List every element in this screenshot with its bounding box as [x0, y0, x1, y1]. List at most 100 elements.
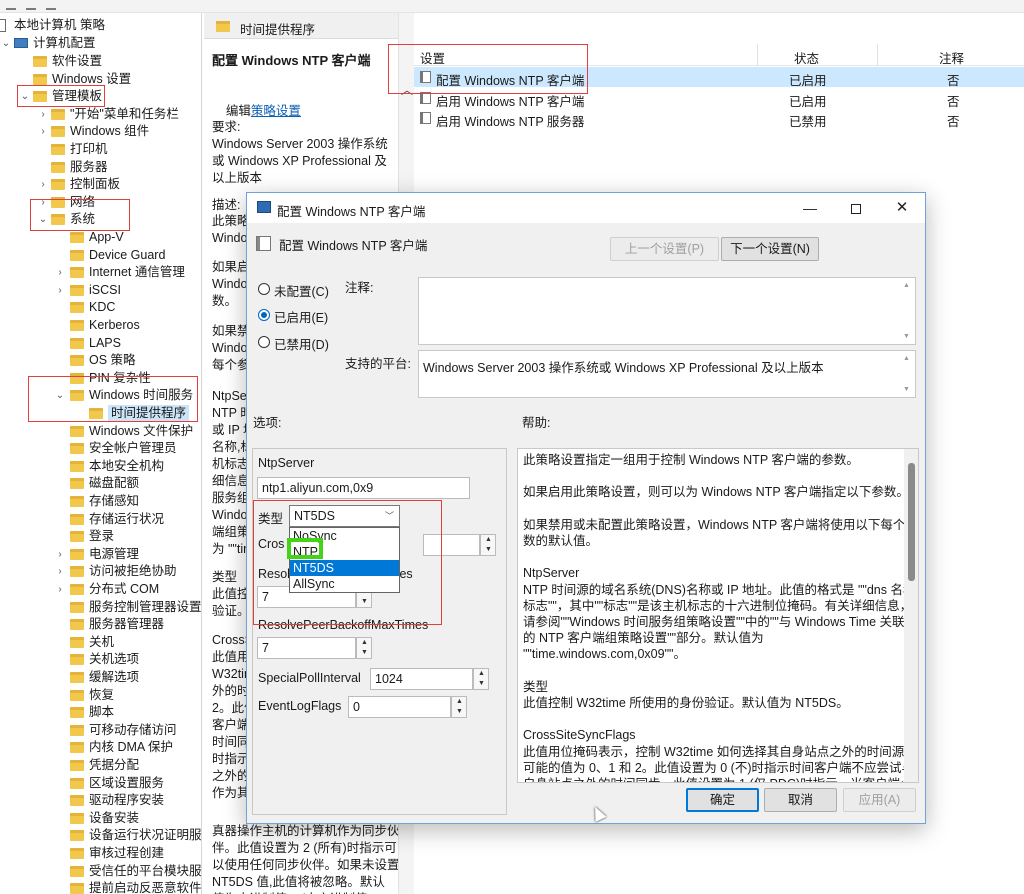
tree-item[interactable]: 缓解选项 — [0, 669, 201, 686]
platform-label: 支持的平台: — [345, 357, 411, 371]
tree-item[interactable]: Kerberos — [0, 317, 201, 334]
tree-item[interactable]: › "开始"菜单和任务栏 — [0, 106, 201, 123]
tree-item[interactable]: LAPS — [0, 335, 201, 352]
back-icon[interactable] — [6, 1, 16, 10]
tree-item[interactable]: ⌄ 计算机配置 — [0, 35, 201, 52]
tree-item[interactable]: 服务控制管理器设置 — [0, 599, 201, 616]
crosssite-spinner[interactable]: ▲ ▼ — [480, 534, 496, 556]
tree-item[interactable]: 凭据分配 — [0, 757, 201, 774]
specialpoll-input[interactable]: 1024 — [370, 668, 473, 690]
forward-icon[interactable] — [26, 1, 36, 10]
next-setting-button[interactable]: 下一个设置(N) — [721, 237, 819, 261]
chevron-right-icon[interactable]: › — [55, 581, 65, 598]
specialpoll-spinner[interactable]: ▲ ▼ — [473, 668, 489, 690]
chevron-down-icon[interactable]: ⌄ — [1, 35, 11, 52]
tree-item[interactable]: 设备安装 — [0, 810, 201, 827]
tree-item[interactable]: 设备运行状况证明服务 — [0, 827, 201, 844]
close-button[interactable]: ✕ — [879, 193, 925, 223]
tree-item[interactable]: 审核过程创建 — [0, 845, 201, 862]
tree-item[interactable]: 关机选项 — [0, 651, 201, 668]
tree-item[interactable]: ›软件设置 — [0, 53, 201, 70]
tree-item[interactable]: › iSCSI — [0, 282, 201, 299]
tree-item[interactable]: 存储感知 — [0, 493, 201, 510]
textarea-scrollbar[interactable]: ▲ ▼ — [899, 278, 915, 344]
tree-item[interactable]: 脚本 — [0, 704, 201, 721]
help-line: 标志""，其中""标志""是该主机标志的十六进制位掩码。有关详细信息， — [523, 598, 913, 613]
chevron-right-icon[interactable]: › — [38, 176, 48, 193]
tree-item[interactable]: 提前启动反恶意软件 — [0, 880, 201, 894]
maximize-button[interactable] — [833, 193, 879, 223]
minimize-button[interactable]: — — [787, 193, 833, 223]
backoff-input[interactable]: 7 — [257, 637, 356, 659]
tree-item[interactable]: › 分布式 COM — [0, 581, 201, 598]
comment-textarea[interactable]: ▲ ▼ — [418, 277, 916, 345]
tree-item[interactable]: 磁盘配额 — [0, 475, 201, 492]
description-line: 如果启 — [212, 260, 250, 274]
edit-policy-link[interactable]: 策略设置 — [251, 104, 301, 118]
column-state[interactable]: 状态 — [794, 48, 819, 67]
tree-item[interactable]: 可移动存储访问 — [0, 722, 201, 739]
chevron-right-icon[interactable]: › — [55, 563, 65, 580]
cancel-button[interactable]: 取消 — [764, 788, 837, 812]
folder-icon — [70, 848, 84, 859]
tree-item[interactable]: › 控制面板 — [0, 176, 201, 193]
tree-item[interactable]: 存储运行状况 — [0, 511, 201, 528]
dialog-titlebar[interactable]: 配置 Windows NTP 客户端 — ✕ — [247, 193, 925, 223]
chevron-right-icon[interactable]: › — [55, 546, 65, 563]
tree-item[interactable]: 恢复 — [0, 687, 201, 704]
policy-tree: 本地计算机 策略⌄计算机配置›软件设置›Windows 设置⌄管理模板›"开始"… — [0, 13, 202, 894]
platform-scrollbar[interactable]: ▲ ▼ — [899, 351, 915, 397]
tree-item[interactable]: › Windows 组件 — [0, 123, 201, 140]
scroll-thumb[interactable] — [908, 463, 915, 581]
chevron-right-icon[interactable]: › — [55, 282, 65, 299]
tree-item-label: 分布式 COM — [89, 582, 160, 596]
tree-item-label: 本地安全机构 — [89, 458, 165, 473]
tree-item[interactable]: 打印机 — [0, 141, 201, 158]
tree-item[interactable]: Device Guard — [0, 247, 201, 264]
folder-icon — [70, 548, 84, 560]
chevron-right-icon[interactable]: › — [55, 264, 65, 281]
tree-item[interactable]: OS 策略 — [0, 352, 201, 369]
tree-item[interactable]: 服务器管理器 — [0, 616, 201, 633]
eventlog-input[interactable]: 0 — [348, 696, 451, 718]
description-line: Windows Server 2003 操作系统 — [212, 137, 388, 151]
apply-button[interactable]: 应用(A) — [843, 788, 916, 812]
column-comment[interactable]: 注释 — [939, 48, 964, 67]
list-row[interactable]: 启用 Windows NTP 服务器 已禁用 否 — [414, 108, 1024, 129]
description-line: Windo — [212, 508, 248, 522]
prev-setting-button[interactable]: 上一个设置(P) — [610, 237, 719, 261]
up-icon[interactable] — [46, 1, 56, 10]
tree-item[interactable]: 驱动程序安装 — [0, 792, 201, 809]
tree-item[interactable]: 本地安全机构 — [0, 458, 201, 475]
folder-icon — [70, 795, 84, 807]
tree-item[interactable]: 区域设置服务 — [0, 775, 201, 792]
tree-item[interactable]: KDC — [0, 299, 201, 316]
ntpserver-input[interactable]: ntp1.aliyun.com,0x9 — [257, 477, 470, 499]
tree-item[interactable]: 登录 — [0, 528, 201, 545]
tree-item[interactable]: 关机 — [0, 634, 201, 651]
help-scrollbar[interactable] — [904, 449, 918, 782]
tree-item[interactable]: 受信任的平台模块服务 — [0, 863, 201, 880]
ok-button[interactable]: 确定 — [686, 788, 759, 812]
help-line: 类型 — [523, 679, 549, 694]
annotation-box — [388, 44, 588, 94]
tree-item-label: 打印机 — [70, 142, 108, 156]
tree-item[interactable]: Windows 文件保护 — [0, 423, 201, 440]
tree-item-label: 恢复 — [89, 687, 115, 702]
eventlog-spinner[interactable]: ▲ ▼ — [451, 696, 467, 718]
tree-item[interactable]: › 电源管理 — [0, 546, 201, 563]
backoff-spinner[interactable]: ▲ ▼ — [356, 637, 372, 659]
tree-item-label: 凭据分配 — [89, 758, 140, 772]
chevron-right-icon[interactable]: › — [38, 123, 48, 140]
folder-icon — [70, 601, 84, 613]
tree-item[interactable]: 本地计算机 策略 — [0, 17, 201, 34]
tree-item-label: 可移动存储访问 — [89, 722, 177, 737]
tree-item[interactable]: › Internet 通信管理 — [0, 264, 201, 281]
folder-icon — [51, 126, 65, 138]
tree-item[interactable]: 服务器 — [0, 159, 201, 176]
tree-item[interactable]: 内核 DMA 保护 — [0, 739, 201, 756]
chevron-right-icon[interactable]: › — [38, 106, 48, 123]
tree-item[interactable]: 安全帐户管理员 — [0, 440, 201, 457]
tree-item[interactable]: App-V — [0, 229, 201, 246]
tree-item[interactable]: › 访问被拒绝协助 — [0, 563, 201, 580]
